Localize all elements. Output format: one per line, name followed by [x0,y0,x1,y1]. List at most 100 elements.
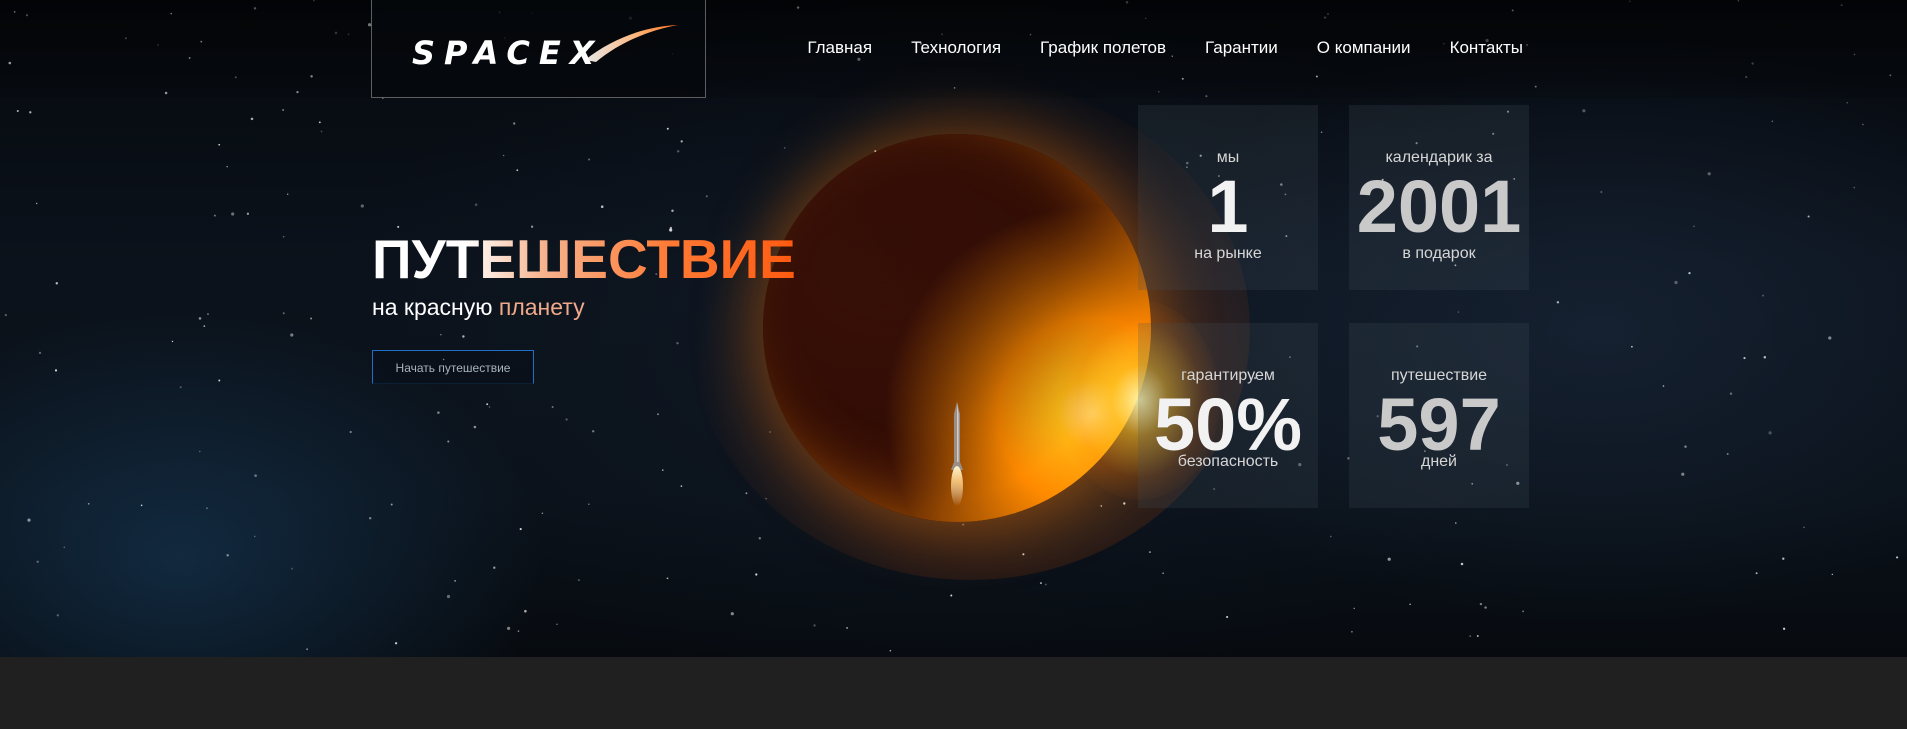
star-dot [1662,385,1665,387]
hero-subtitle-part1: на красную [372,294,493,320]
logo-box[interactable]: SPACEX [371,0,706,98]
star-dot [556,623,558,626]
star-dot [38,351,42,355]
star-dot [198,317,202,320]
star-dot [231,212,235,216]
star-dot [1862,123,1864,126]
nav-item-technology[interactable]: Технология [911,38,1001,58]
star-dot [666,127,669,130]
star-dot [287,193,289,195]
star-dot [507,626,511,631]
nav-item-guarantees[interactable]: Гарантии [1205,38,1278,58]
star-dot [140,504,143,507]
footer-bar [0,657,1907,729]
star-dot [199,450,201,453]
spacex-logo: SPACEX [412,25,678,72]
star-dot [394,642,398,645]
star-dot [446,594,451,599]
star-dot [35,202,38,205]
nav-item-flight-schedule[interactable]: График полетов [1040,38,1166,58]
star-dot [318,121,321,124]
star-dot [758,537,761,540]
star-dot [1409,603,1411,605]
star-dot [349,430,352,434]
star-dot [1469,635,1472,637]
star-dot [1600,190,1603,194]
star-dot [254,474,257,477]
star-dot [680,485,683,487]
star-dot [1455,522,1457,524]
hero-subtitle: на красную планету [372,292,585,322]
star-dot [29,111,32,114]
star-dot [680,140,683,143]
star-dot [1162,572,1164,574]
star-dot [486,403,489,406]
star-dot [310,317,313,320]
star-dot [1763,355,1767,359]
nav-item-contacts[interactable]: Контакты [1450,38,1523,58]
star-dot [541,512,544,515]
star-dot [488,406,491,408]
star-dot [360,204,364,208]
star-dot [577,578,581,582]
rocket-icon [951,402,963,506]
star-dot [524,609,527,613]
stat-bottom-label-safety: безопасность [1177,453,1279,470]
star-dot [291,567,294,570]
star-dot [226,554,229,557]
stat-bottom-label-calendar: в подарок [1402,245,1476,262]
nav-item-home[interactable]: Главная [807,38,872,58]
star-dot [517,630,520,632]
star-dot [551,406,554,408]
hero-title: ПУТЕШЕСТВИЕ [372,228,796,290]
star-dot [320,130,323,133]
star-dot [1762,294,1765,297]
star-dot [63,546,66,549]
star-dot [213,214,216,217]
star-dot [516,169,519,172]
star-dot [55,282,59,285]
star-dot [440,333,442,336]
star-dot [1044,583,1047,586]
star-dot [1522,610,1524,613]
star-dot [207,313,209,315]
star-dot [502,154,505,157]
star-dot [513,122,516,125]
star-dot [1484,606,1487,609]
star-dot [1803,526,1805,529]
start-journey-button[interactable]: Начать путешествие [372,350,534,384]
star-dot [474,203,478,206]
star-dot [1768,431,1772,435]
hero-subtitle-part2: планету [498,294,585,320]
star-dot [218,143,221,146]
svg-text:SPACEX: SPACEX [412,34,603,72]
star-dot [56,614,59,617]
star-dot [1771,120,1774,123]
star-dot [1556,301,1560,304]
star-dot [1896,556,1899,559]
star-dot [368,516,372,520]
nav-item-about[interactable]: О компании [1317,38,1411,58]
star-dot [473,425,477,429]
star-dot [588,158,591,161]
star-dot [254,535,256,538]
star-dot [1729,392,1733,395]
star-dot [226,165,228,168]
star-dot [246,212,250,215]
star-dot [36,560,39,563]
star-dot [1681,472,1685,476]
star-dot [676,342,679,345]
star-dot [1351,630,1353,633]
star-dot [1329,535,1332,538]
star-dot [171,340,174,343]
star-dot [179,386,182,389]
star-dot [1039,582,1042,585]
star-dot [54,369,58,372]
star-dot [27,518,31,522]
star-dot [662,469,664,471]
star-dot [657,413,659,416]
star-dot [447,440,450,443]
star-dot [493,566,496,569]
main-nav: Главная Технология График полетов Гарант… [768,38,1523,58]
star-dot [600,205,604,208]
